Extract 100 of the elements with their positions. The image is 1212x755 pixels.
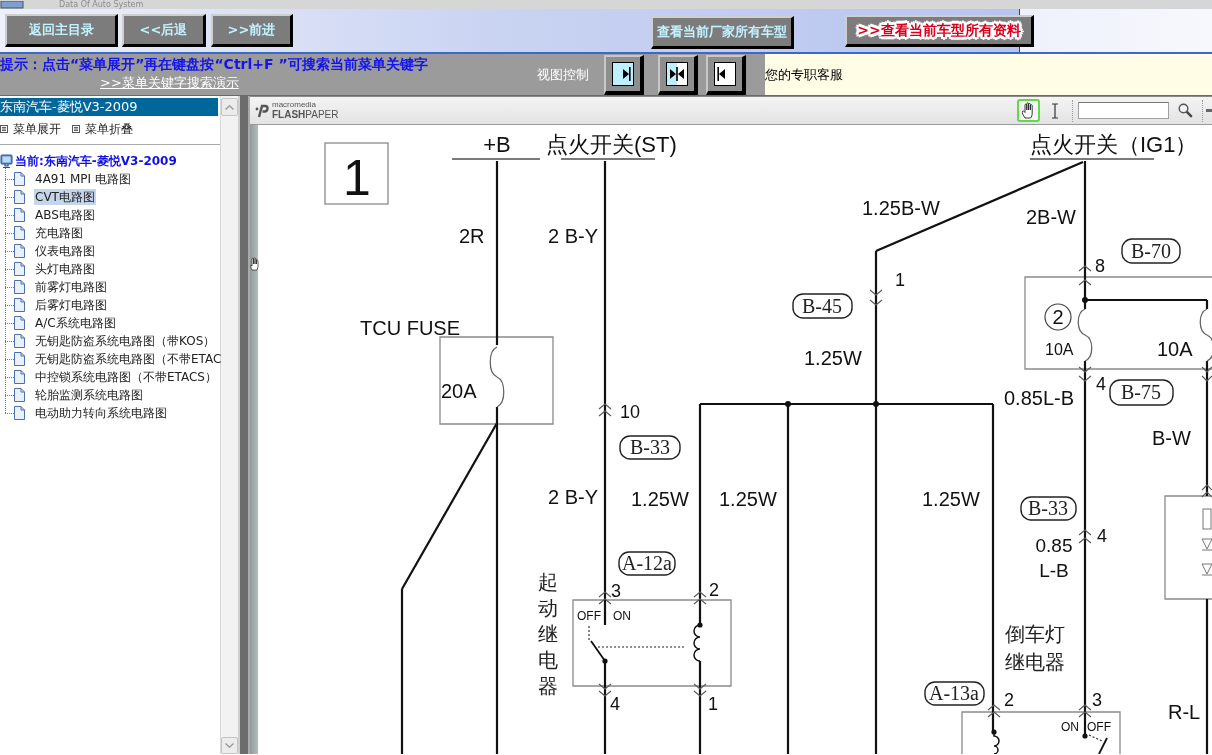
connector-icon — [598, 683, 612, 697]
tree-item[interactable]: A/C系统电路图 — [34, 315, 117, 331]
connector-icon — [693, 683, 707, 697]
tree-item[interactable]: 4A91 MPI 电路图 — [34, 171, 132, 187]
switch-label: OFF — [1087, 720, 1111, 734]
view-button[interactable] — [706, 54, 746, 95]
connector-icon — [598, 591, 612, 605]
wire-label: 0.85L-B — [1004, 387, 1075, 409]
relay-label: 起动继电器 — [538, 571, 558, 697]
document-icon — [14, 244, 25, 258]
power-source-label: 点火开关(ST) — [546, 132, 677, 157]
power-source-label: 点火开关（IG1） — [1030, 132, 1198, 157]
connector-tag: A-12a — [618, 551, 676, 576]
wire-label: 2 B-Y — [548, 486, 599, 508]
tree-item[interactable]: 电动助力转向系统电路图 — [34, 405, 168, 421]
switch-icon — [1082, 733, 1108, 754]
wire-label: B-W — [1152, 427, 1191, 449]
connector-icon — [869, 289, 883, 306]
coil-icon — [693, 622, 703, 662]
pin-number: 4 — [1096, 374, 1106, 394]
text-cursor-icon[interactable] — [1051, 102, 1059, 119]
document-icon — [14, 334, 25, 348]
tree-item[interactable]: 无钥匙防盗系统电路图（不带ETAC — [34, 351, 223, 367]
wire-label: 2 B-Y — [548, 225, 599, 247]
document-icon — [14, 406, 25, 420]
document-icon — [14, 370, 25, 384]
connector-icon — [987, 704, 1001, 718]
connector-icon — [1201, 484, 1212, 498]
connector-tag: B-70 — [1121, 238, 1181, 264]
pin-number: 10 — [620, 402, 641, 422]
arrows-inward-icon[interactable] — [666, 61, 688, 86]
tree-item[interactable]: 仪表电路图 — [34, 243, 96, 259]
switch-label: ON — [1061, 720, 1079, 734]
document-icon — [14, 388, 25, 402]
connector-tag: B-45 — [792, 293, 853, 319]
connector-tag: A-13a — [924, 681, 985, 706]
pane-splitter[interactable] — [238, 96, 250, 754]
wire-label: 2R — [459, 225, 485, 247]
switch-icon — [588, 625, 687, 664]
power-source-label: +B — [483, 132, 511, 157]
product-name: FLASHPAPER — [272, 109, 339, 120]
arrow-right-icon[interactable] — [612, 61, 634, 86]
connector-icon — [693, 591, 707, 605]
fuse-icon — [1199, 308, 1212, 362]
tree-item[interactable]: 头灯电路图 — [34, 261, 96, 277]
search-field[interactable] — [1078, 102, 1169, 119]
switch-label: ON — [613, 609, 631, 623]
pin-number: 3 — [1092, 690, 1102, 710]
connector-icon — [1078, 265, 1092, 286]
connector-icon — [1078, 529, 1092, 544]
wire-label: 1.25W — [804, 347, 862, 369]
junction-dot-icon — [1082, 297, 1088, 303]
page-number: 1 — [324, 142, 389, 206]
fuse-icon — [1077, 308, 1093, 362]
tree-item[interactable]: CVT电路图 — [34, 189, 96, 205]
connector-icon — [1078, 366, 1092, 382]
view-button[interactable] — [658, 54, 698, 95]
document-icon — [14, 208, 25, 222]
document-icon — [14, 298, 25, 312]
pin-number: 8 — [1095, 256, 1105, 276]
document-icon — [14, 226, 25, 240]
connector-tag: B-33 — [1020, 496, 1077, 521]
list-icon[interactable] — [0, 125, 8, 133]
relay-label: 倒车灯 继电器 — [1005, 623, 1065, 673]
menu-action[interactable]: 菜单折叠 — [85, 120, 133, 138]
wire-label: 0.85 L-B — [1035, 535, 1073, 581]
arrow-left-icon[interactable] — [714, 61, 736, 86]
wire-label: 1.25W — [922, 488, 980, 510]
tree-item[interactable]: 无钥匙防盗系统电路图（带KOS） — [34, 333, 217, 349]
switch-label: OFF — [577, 609, 601, 623]
model-title: 东南汽车-菱悦V3-2009 — [0, 98, 218, 116]
fuse-icon — [489, 346, 505, 408]
logo-icon — [255, 103, 269, 118]
document-icon — [14, 190, 25, 204]
tree-item[interactable]: 充电路图 — [34, 225, 84, 241]
view-button[interactable] — [604, 54, 644, 95]
menu-action[interactable]: 菜单展开 — [13, 120, 61, 138]
hint-text: 提示：点击“菜单展开”再在键盘按“Ctrl+F ”可搜索当前菜单关键字 — [0, 56, 429, 72]
junction-dot-icon — [785, 401, 791, 407]
tree-item[interactable]: 后雾灯电路图 — [34, 297, 108, 313]
wire-label: R-L — [1168, 701, 1201, 723]
tree-item[interactable]: ABS电路图 — [34, 207, 96, 223]
pin-number: 4 — [1097, 526, 1107, 546]
fuse-number: 2 — [1044, 303, 1072, 331]
tree-item[interactable]: 前雾灯电路图 — [34, 279, 108, 295]
tree-root-label[interactable]: 当前:东南汽车-菱悦V3-2009 — [15, 152, 177, 170]
connector-icon — [598, 403, 612, 417]
tree-item[interactable]: 中控锁系统电路图（不带ETACS） — [34, 369, 218, 385]
pin-number: 4 — [610, 694, 620, 714]
wire-label: 1.25W — [631, 488, 689, 510]
tree-item[interactable]: 轮胎监测系统电路图 — [34, 387, 144, 403]
document-icon — [14, 280, 25, 294]
pin-number: 1 — [895, 270, 905, 290]
list-icon[interactable] — [72, 125, 80, 133]
support-label: 您的专职客服 — [765, 65, 843, 84]
document-icon — [14, 352, 25, 366]
connector-icon — [1078, 704, 1092, 718]
view-control-label: 视图控制 — [537, 65, 590, 84]
fuse-rating: 10A — [1045, 341, 1074, 358]
fuse-rating: 10A — [1157, 338, 1193, 360]
